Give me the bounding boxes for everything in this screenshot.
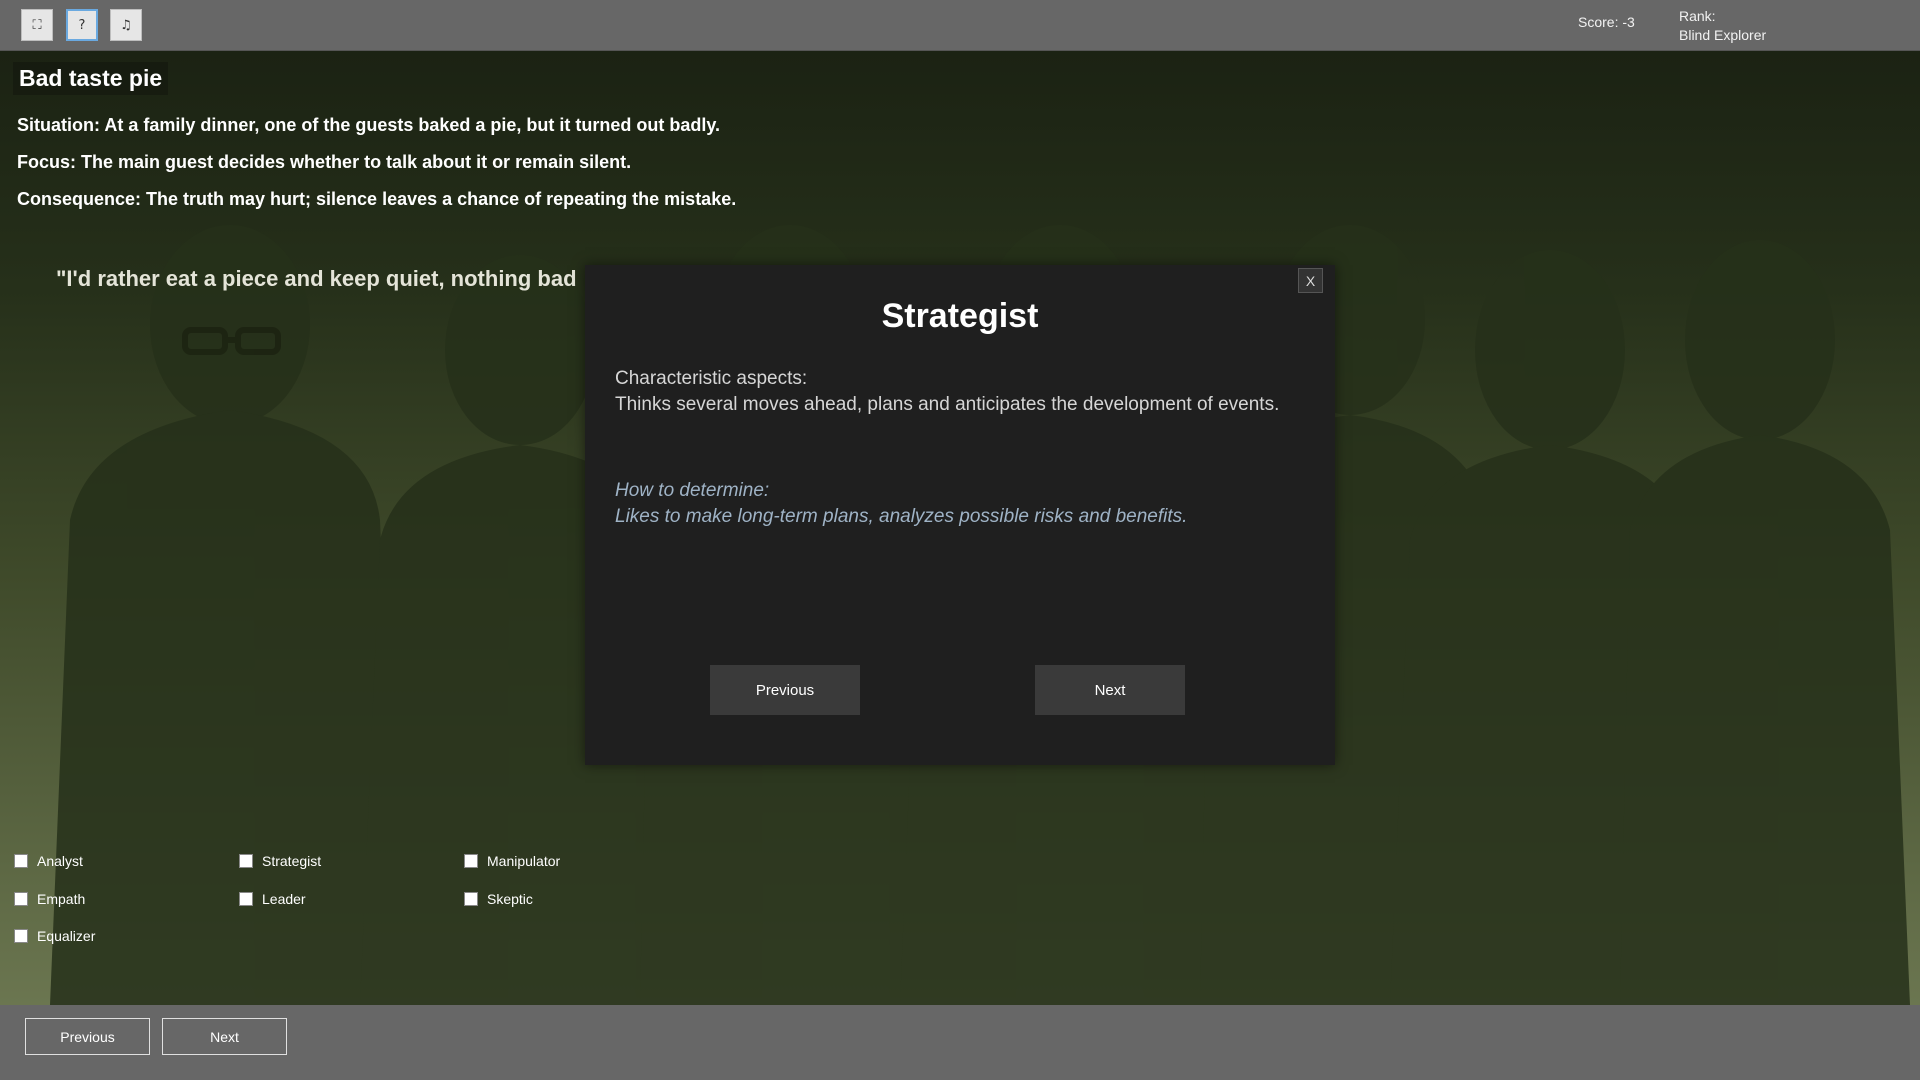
option-label: Skeptic [487,891,533,907]
option-empath[interactable]: Empath [14,891,85,907]
checkbox[interactable] [464,892,478,906]
rank-label: Rank: [1679,8,1716,24]
option-analyst[interactable]: Analyst [14,853,83,869]
option-strategist[interactable]: Strategist [239,853,321,869]
next-button[interactable]: Next [162,1018,287,1055]
previous-button[interactable]: Previous [25,1018,150,1055]
option-skeptic[interactable]: Skeptic [464,891,533,907]
top-bar: ⛶ ? ♫ Score: -3 Rank: Blind Explorer [0,0,1920,51]
score-display: Score: -3 [1578,14,1635,30]
scenario-quote: "I'd rather eat a piece and keep quiet, … [56,266,577,291]
option-manipulator[interactable]: Manipulator [464,853,560,869]
music-icon: ♫ [120,17,132,33]
modal-previous-button[interactable]: Previous [710,665,860,715]
checkbox[interactable] [14,929,28,943]
option-leader[interactable]: Leader [239,891,306,907]
checkbox[interactable] [14,892,28,906]
how-to-determine-label: How to determine: [615,480,770,501]
option-label: Strategist [262,853,322,869]
checkbox[interactable] [14,854,28,868]
option-label: Leader [262,891,306,907]
modal-next-button[interactable]: Next [1035,665,1185,715]
checkbox[interactable] [464,854,478,868]
aspects-label: Characteristic aspects: [615,368,808,389]
option-label: Manipulator [487,853,561,869]
option-label: Equalizer [37,928,96,944]
close-icon: X [1305,272,1316,289]
option-equalizer[interactable]: Equalizer [14,928,95,944]
option-label: Empath [37,891,86,907]
fullscreen-button[interactable]: ⛶ [21,9,53,41]
checkbox[interactable] [239,892,253,906]
help-button[interactable]: ? [66,9,98,41]
help-icon: ? [78,17,86,33]
scenario-situation: Situation: At a family dinner, one of th… [17,115,721,135]
rank-display: Rank: Blind Explorer [1679,7,1766,45]
option-label: Analyst [37,853,83,869]
aspects-text: Thinks several moves ahead, plans and an… [615,394,1280,415]
music-button[interactable]: ♫ [110,9,142,41]
scenario-title: Bad taste pie [13,62,169,95]
how-to-determine-text: Likes to make long-term plans, analyzes … [615,506,1188,527]
strategist-info-modal: X Strategist Characteristic aspects: Thi… [585,265,1335,765]
scenario-consequence: Consequence: The truth may hurt; silence… [17,189,737,209]
rank-value: Blind Explorer [1679,27,1767,43]
scenario-focus: Focus: The main guest decides whether to… [17,152,632,172]
modal-close-button[interactable]: X [1298,268,1323,293]
checkbox[interactable] [239,854,253,868]
modal-title: Strategist [881,297,1039,335]
bottom-bar: Previous Next [0,1005,1920,1080]
fullscreen-icon: ⛶ [32,17,42,33]
